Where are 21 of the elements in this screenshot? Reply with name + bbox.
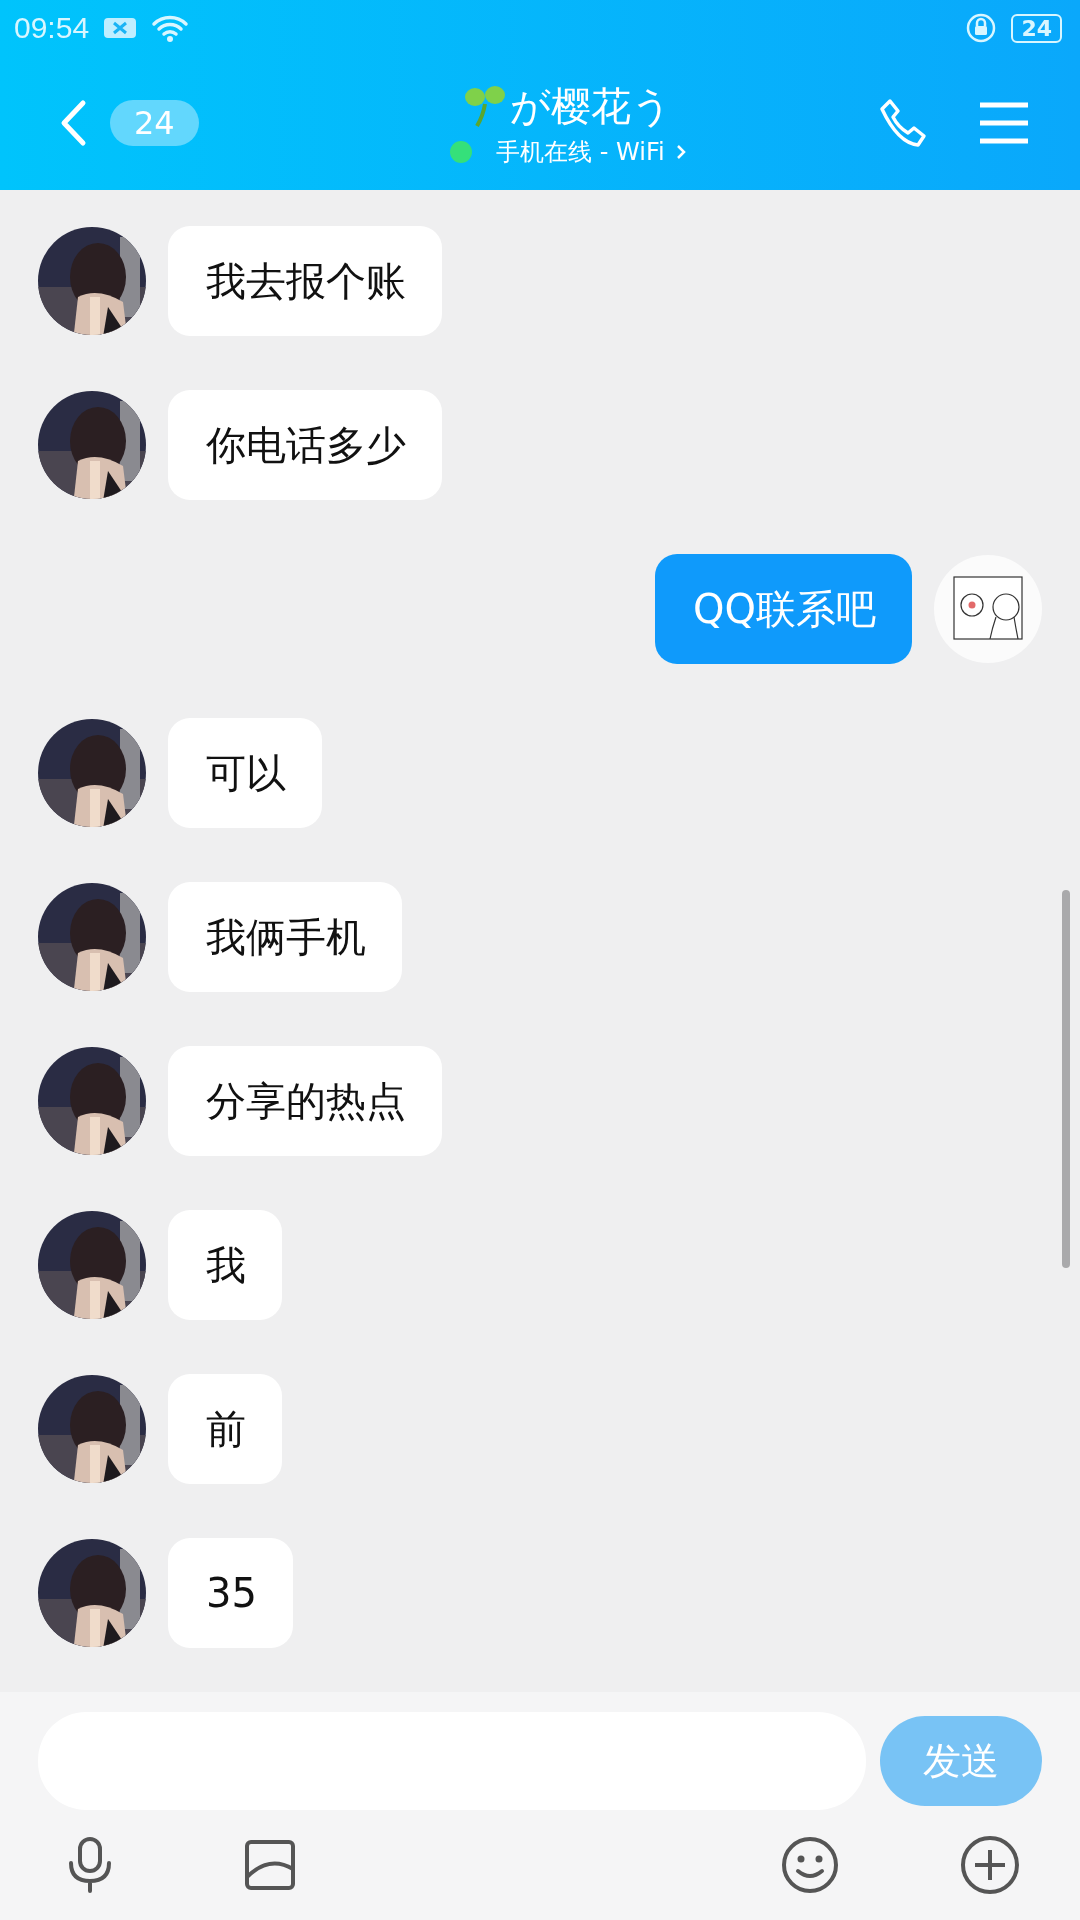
wifi-icon <box>151 14 190 42</box>
message-bubble[interactable]: 我 <box>168 1210 282 1320</box>
image-icon[interactable] <box>244 1839 296 1891</box>
message-bubble[interactable]: 我去报个账 <box>168 226 442 336</box>
message-bubble[interactable]: 可以 <box>168 718 322 828</box>
menu-icon[interactable] <box>978 102 1030 144</box>
contact-name: が樱花う <box>510 81 673 131</box>
sprout-icon <box>464 84 507 128</box>
unread-count: 24 <box>110 100 199 146</box>
online-status: 手机在线 - WiFi <box>496 136 665 168</box>
status-time: 09:54 <box>14 11 90 45</box>
notification-icon <box>103 16 138 40</box>
plus-icon[interactable] <box>960 1835 1020 1895</box>
message-bubble[interactable]: 你电话多少 <box>168 390 442 500</box>
message-bubble[interactable]: 分享的热点 <box>168 1046 442 1156</box>
rotation-lock-icon <box>965 12 998 44</box>
battery-icon: 24 <box>1011 13 1062 43</box>
message-bubble[interactable]: 前 <box>168 1374 282 1484</box>
message-bubble[interactable]: 我俩手机 <box>168 882 402 992</box>
emoji-icon[interactable] <box>781 1836 839 1894</box>
message-bubble[interactable]: 35 <box>168 1538 293 1648</box>
